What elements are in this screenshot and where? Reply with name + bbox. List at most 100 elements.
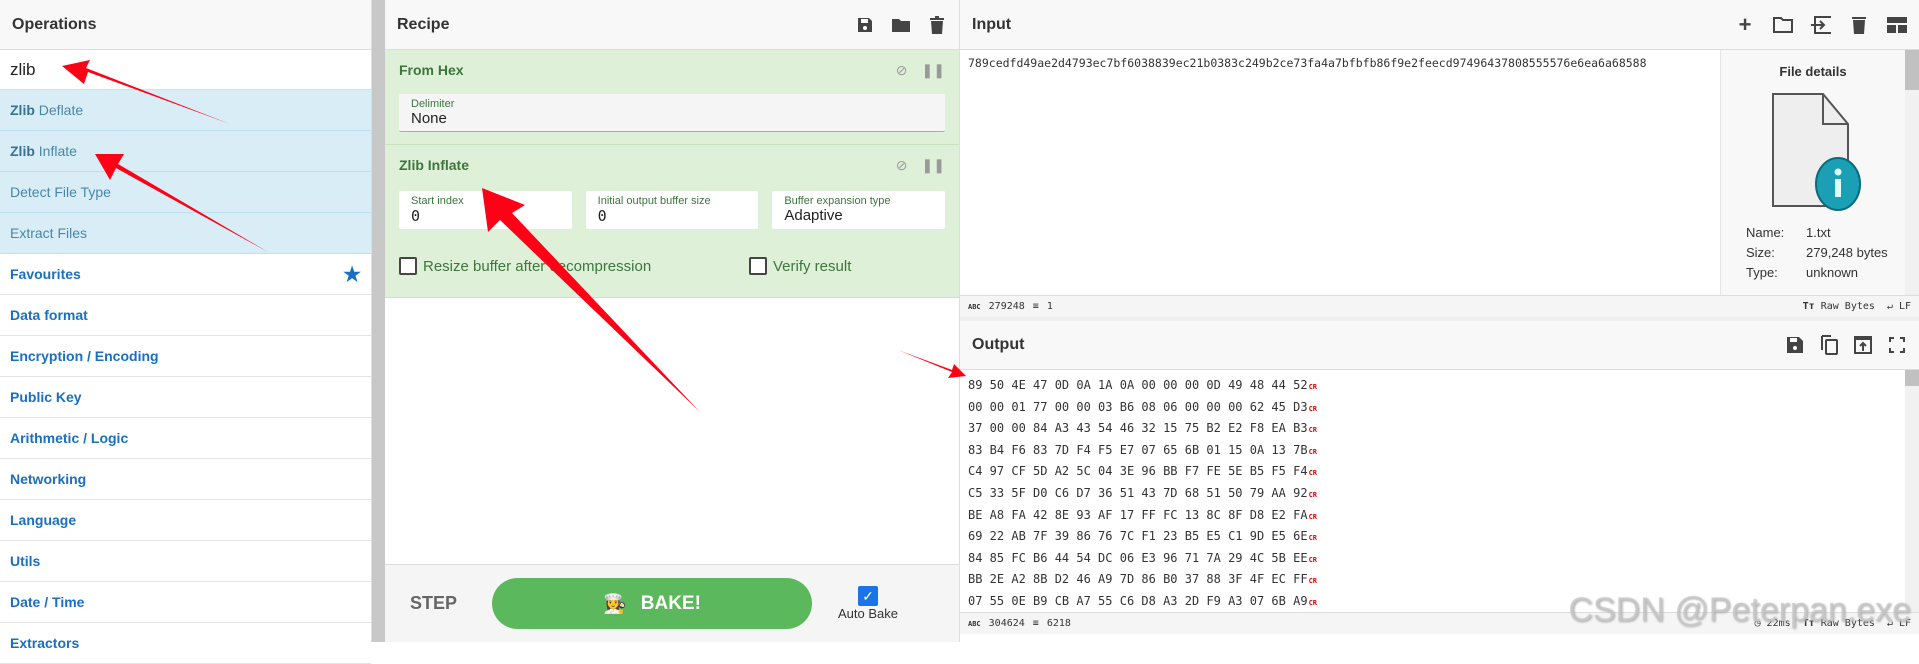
hex-bytes: 37 00 00 84 A3 43 54 46 32 15 75 B2 E2 F… [968, 421, 1308, 436]
resize-buffer-checkbox[interactable]: Resize buffer after decompression [399, 257, 749, 275]
category-item[interactable]: Extractors [0, 623, 371, 664]
copy-output-icon[interactable] [1819, 335, 1839, 355]
item-text: Detect File Type [10, 184, 111, 200]
disable-icon[interactable]: ⊘ [896, 62, 908, 79]
search-result-item[interactable]: Detect File Type [0, 172, 371, 213]
maximise-icon[interactable] [1887, 335, 1907, 355]
field-label: Start index [411, 195, 464, 207]
replace-input-icon[interactable] [1853, 335, 1873, 355]
output-line: BE A8 FA 42 8E 93 AF 17 FF FC 13 8C 8F D… [968, 506, 1897, 528]
hex-bytes: BE A8 FA 42 8E 93 AF 17 FF FC 13 8C 8F D… [968, 507, 1308, 522]
search-result-item[interactable]: Extract Files [0, 213, 371, 254]
search-result-item[interactable]: Zlib Inflate [0, 131, 371, 172]
delimiter-label: Delimiter [411, 98, 455, 110]
checkmark-icon[interactable]: ✓ [858, 586, 878, 606]
cr-marker: CR [1308, 447, 1317, 456]
match-text: Zlib [10, 143, 35, 159]
input-eol-button[interactable]: ↵ LF [1887, 301, 1911, 312]
output-line: 00 00 01 77 00 00 03 B6 08 06 00 00 00 6… [968, 398, 1897, 420]
category-label: Favourites [10, 266, 81, 282]
input-format-button[interactable]: Tт Raw Bytes [1803, 301, 1875, 312]
output-scrollbar[interactable] [1905, 370, 1919, 612]
operation-title: From Hex [399, 62, 464, 78]
operations-search-input[interactable]: zlib [0, 50, 371, 90]
input-length: 279248 [988, 301, 1025, 312]
verify-result-checkbox[interactable]: Verify result [749, 257, 851, 275]
category-item[interactable]: Data format [0, 295, 371, 336]
folder-icon[interactable] [891, 15, 911, 35]
category-label: Date / Time [10, 594, 85, 610]
hex-bytes: BB 2E A2 8B D2 46 A9 7D 86 B0 37 88 3F 4… [968, 572, 1308, 587]
category-item[interactable]: Encryption / Encoding [0, 336, 371, 377]
cr-marker: CR [1308, 577, 1317, 586]
item-text: Extract Files [10, 225, 88, 241]
file-details-panel: File details Name: 1.txt Size: 279,248 byt… [1720, 50, 1905, 295]
category-label: Data format [10, 307, 88, 323]
step-button[interactable]: STEP [410, 593, 480, 614]
disable-icon[interactable]: ⊘ [896, 157, 908, 174]
length-icon: ABC [968, 619, 981, 628]
save-icon[interactable] [855, 15, 875, 35]
output-line: BB 2E A2 8B D2 46 A9 7D 86 B0 37 88 3F 4… [968, 570, 1897, 592]
file-details-title: File details [1779, 64, 1847, 79]
bake-label: BAKE! [640, 592, 701, 614]
auto-bake-checkbox[interactable]: ✓ Auto Bake [838, 586, 898, 621]
format-label: Raw Bytes [1820, 618, 1875, 629]
hex-bytes: 89 50 4E 47 0D 0A 1A 0A 00 00 00 0D 49 4… [968, 378, 1308, 392]
search-results: Zlib Deflate Zlib Inflate Detect File Type… [0, 90, 371, 254]
panel-resize-handle[interactable] [372, 0, 385, 642]
category-label: Encryption / Encoding [10, 348, 159, 364]
input-scrollbar[interactable] [1905, 50, 1919, 295]
field-value: Adaptive [784, 207, 843, 224]
operations-title: Operations [12, 15, 97, 33]
checkbox-label: Verify result [773, 257, 852, 275]
label: Type: [1746, 264, 1778, 280]
output-line: 89 50 4E 47 0D 0A 1A 0A 00 00 00 0D 49 4… [968, 376, 1897, 398]
open-file-icon[interactable] [1811, 15, 1831, 35]
field-value: 0 [411, 207, 421, 225]
category-item[interactable]: Date / Time [0, 582, 371, 623]
bake-button[interactable]: 👩‍🍳 BAKE! [492, 578, 812, 629]
start-index-input[interactable]: Start index 0 [399, 191, 572, 229]
buffer-size-input[interactable]: Initial output buffer size 0 [585, 191, 759, 229]
category-item[interactable]: Utils [0, 541, 371, 582]
add-tab-icon[interactable]: + [1735, 12, 1755, 37]
open-folder-icon[interactable] [1773, 15, 1793, 35]
output-line: 83 B4 F6 83 7D F4 F5 E7 07 65 6B 01 15 0… [968, 441, 1897, 463]
checkbox-box[interactable] [399, 257, 417, 275]
category-item[interactable]: Public Key [0, 377, 371, 418]
pause-icon[interactable]: ❚❚ [922, 157, 945, 174]
category-item[interactable]: Favourites ★ [0, 254, 371, 295]
recipe-title: Recipe [397, 15, 450, 33]
hex-bytes: 07 55 0E B9 CB A7 55 C6 D8 A3 2D F9 A3 0… [968, 593, 1308, 608]
hex-bytes: 00 00 01 77 00 00 03 B6 08 06 00 00 00 6… [968, 399, 1308, 414]
delimiter-value: None [411, 110, 447, 127]
hex-bytes: C5 33 5F D0 C6 D7 36 51 43 7D 68 51 50 7… [968, 485, 1308, 500]
category-item[interactable]: Arithmetic / Logic [0, 418, 371, 459]
field-label: Initial output buffer size [597, 195, 711, 207]
input-textarea[interactable]: 789cedfd49ae2d4793ec7bf6038839ec21b0383c… [960, 50, 1720, 295]
checkbox-label: Resize buffer after decompression [423, 257, 652, 275]
category-item[interactable]: Language [0, 500, 371, 541]
cr-marker: CR [1308, 469, 1317, 478]
checkbox-box[interactable] [749, 257, 767, 275]
cr-marker: CR [1308, 512, 1317, 521]
category-item[interactable]: Networking [0, 459, 371, 500]
value: unknown [1806, 264, 1859, 280]
output-textarea[interactable]: 89 50 4E 47 0D 0A 1A 0A 00 00 00 0D 49 4… [960, 370, 1905, 612]
search-result-item[interactable]: Zlib Deflate [0, 90, 371, 131]
output-format-button[interactable]: Tт Raw Bytes [1803, 618, 1875, 629]
eol-label: LF [1898, 618, 1911, 629]
delimiter-select[interactable]: Delimiter None [399, 94, 945, 132]
clear-input-icon[interactable] [1849, 15, 1869, 35]
pause-icon[interactable]: ❚❚ [922, 62, 945, 79]
trash-icon[interactable] [927, 15, 947, 35]
save-output-icon[interactable] [1785, 335, 1805, 355]
operation-zlib-inflate[interactable]: Zlib Inflate ⊘ ❚❚ Start index 0 Initial ou… [385, 145, 959, 298]
expansion-type-select[interactable]: Buffer expansion type Adaptive [772, 191, 946, 229]
operation-from-hex[interactable]: From Hex ⊘ ❚❚ Delimiter None [385, 50, 959, 145]
output-line: 07 55 0E B9 CB A7 55 C6 D8 A3 2D F9 A3 0… [968, 592, 1897, 612]
output-eol-button[interactable]: ↵ LF [1887, 618, 1911, 629]
operation-title: Zlib Inflate [399, 157, 469, 173]
layout-icon[interactable] [1887, 15, 1907, 35]
